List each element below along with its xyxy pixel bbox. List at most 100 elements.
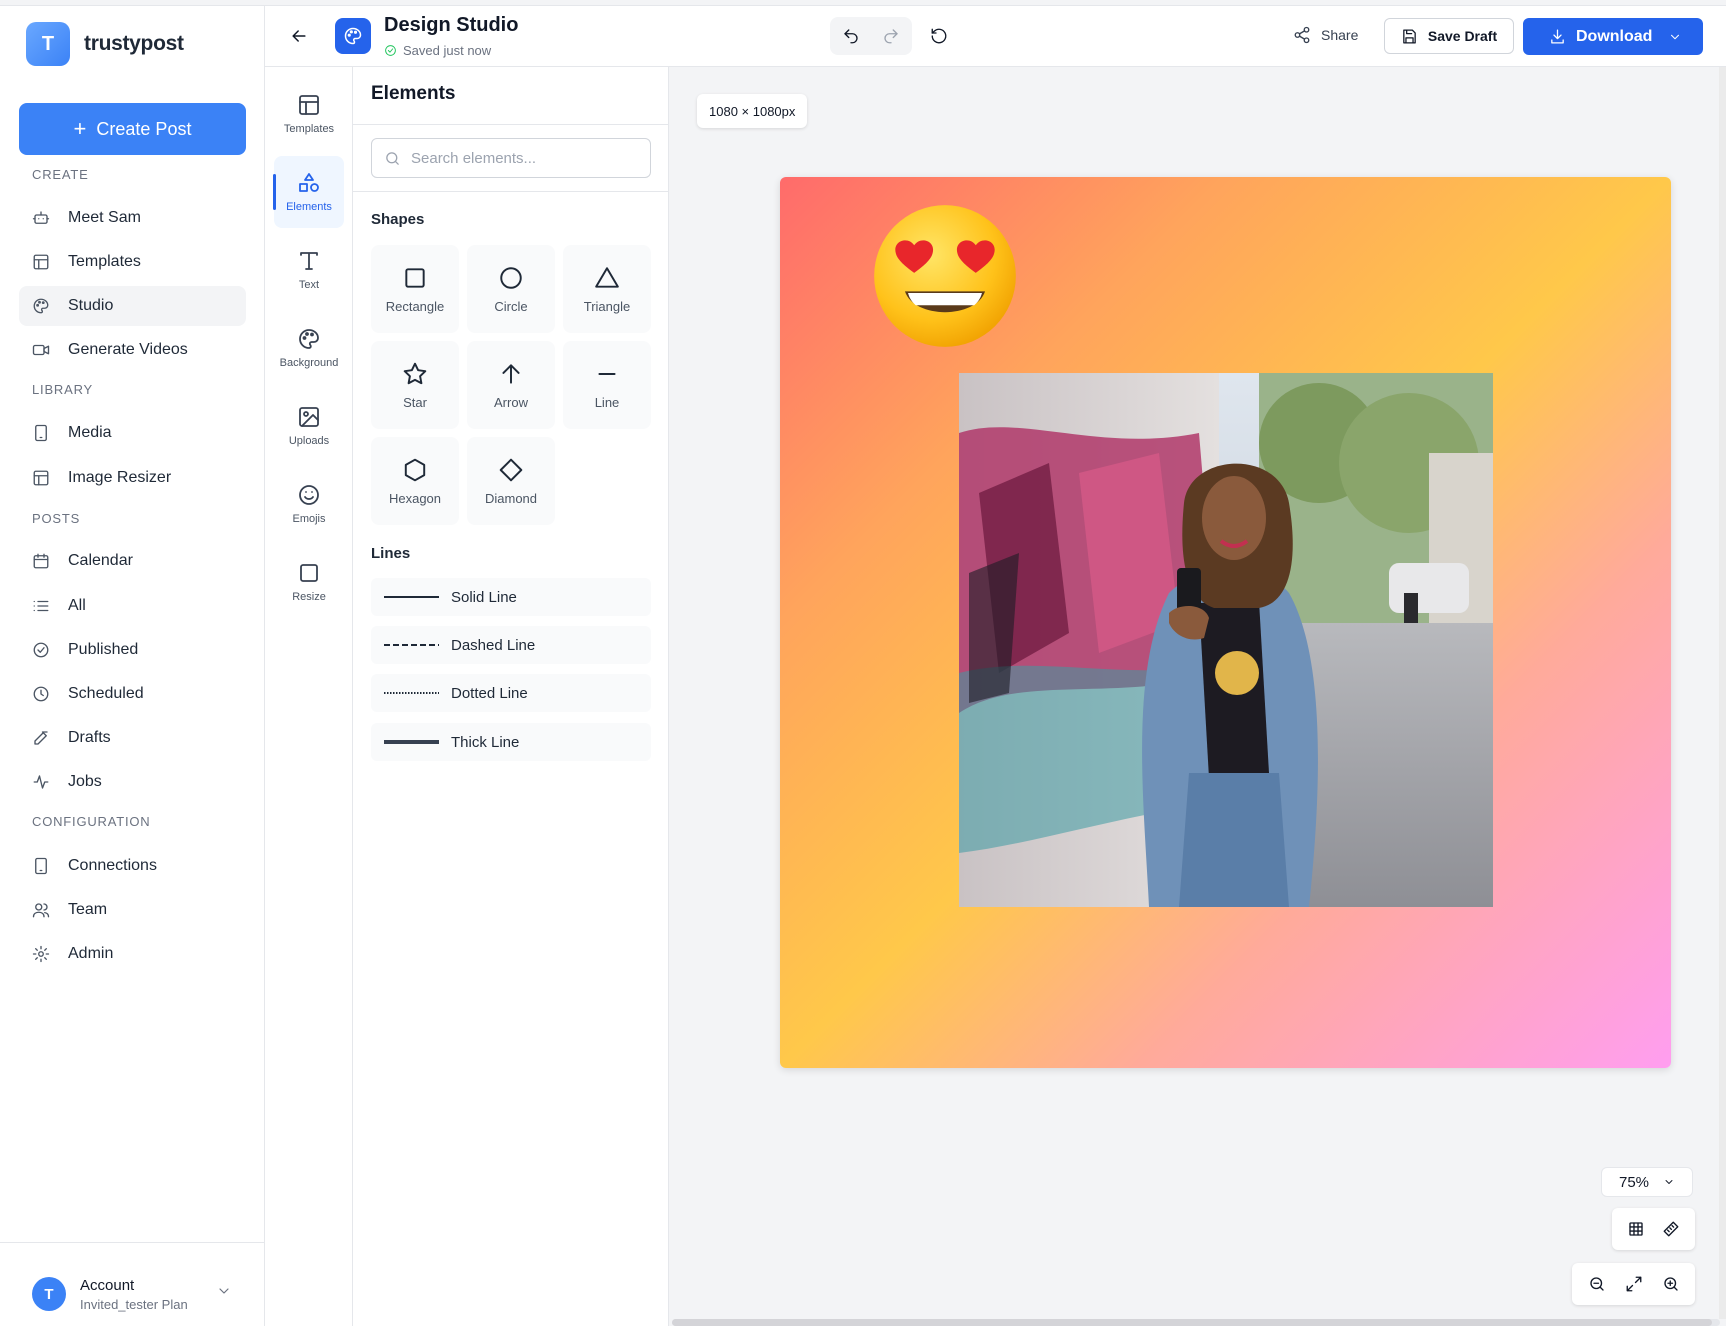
tool-background[interactable]: Background — [274, 312, 344, 384]
section-library: LIBRARY — [32, 382, 93, 397]
panel-title: Elements — [371, 83, 456, 104]
shape-rectangle[interactable]: Rectangle — [371, 245, 459, 333]
sidebar-item-label: Admin — [68, 945, 114, 962]
account-menu[interactable]: T Account Invited_tester Plan — [0, 1242, 265, 1326]
shape-hexagon[interactable]: Hexagon — [371, 437, 459, 525]
shape-star[interactable]: Star — [371, 341, 459, 429]
sidebar-item-image-resizer[interactable]: Image Resizer — [19, 458, 246, 498]
line-solid[interactable]: Solid Line — [371, 578, 651, 616]
street-portrait-photo[interactable] — [959, 373, 1493, 907]
heart-eyes-emoji-sticker[interactable] — [868, 199, 1022, 353]
lines-heading: Lines — [371, 545, 411, 562]
shape-circle[interactable]: Circle — [467, 245, 555, 333]
shape-label: Diamond — [484, 490, 538, 506]
tool-resize[interactable]: Resize — [274, 546, 344, 618]
minus-icon — [598, 372, 616, 375]
tool-templates[interactable]: Templates — [274, 78, 344, 150]
download-label: Download — [1576, 27, 1653, 45]
undo-icon[interactable] — [842, 27, 860, 45]
horizontal-scrollbar[interactable] — [672, 1319, 1720, 1326]
sidebar-item-scheduled[interactable]: Scheduled — [19, 674, 246, 714]
section-posts: POSTS — [32, 511, 81, 526]
sidebar-item-media[interactable]: Media — [19, 413, 246, 453]
gear-icon — [32, 945, 50, 963]
divider — [353, 191, 669, 192]
shape-triangle[interactable]: Triangle — [563, 245, 651, 333]
sidebar-item-published[interactable]: Published — [19, 630, 246, 670]
redo-icon[interactable] — [882, 27, 900, 45]
tool-emojis[interactable]: Emojis — [274, 468, 344, 540]
reset-icon[interactable] — [930, 27, 948, 45]
tool-elements[interactable]: Elements — [273, 156, 344, 228]
brand-name: trustypost — [84, 32, 184, 55]
search-input[interactable] — [411, 149, 641, 167]
sidebar-item-label: Published — [68, 641, 139, 658]
save-draft-button[interactable]: Save Draft — [1384, 18, 1514, 54]
circle-icon — [500, 266, 522, 289]
sidebar-item-label: Scheduled — [68, 685, 144, 702]
back-arrow-icon[interactable] — [289, 26, 309, 46]
shape-diamond[interactable]: Diamond — [467, 437, 555, 525]
canvas-area: 1080 × 1080px 75% — [669, 67, 1726, 1326]
vertical-scrollbar[interactable] — [1719, 67, 1726, 1319]
shape-label: Hexagon — [388, 490, 442, 506]
smile-icon — [299, 485, 319, 505]
sidebar-item-meet-sam[interactable]: Meet Sam — [19, 198, 246, 238]
tool-text[interactable]: Text — [274, 234, 344, 306]
download-icon — [1551, 29, 1564, 44]
tool-uploads[interactable]: Uploads — [274, 390, 344, 462]
shape-line[interactable]: Line — [563, 341, 651, 429]
dotted-line-preview — [384, 692, 439, 694]
sidebar-item-label: Media — [68, 424, 112, 441]
sidebar-item-label: Team — [68, 901, 108, 918]
activity-icon — [33, 775, 49, 789]
search-field[interactable] — [371, 138, 651, 178]
arrow-up-icon — [502, 363, 520, 384]
sidebar-item-studio[interactable]: Studio — [19, 286, 246, 326]
section-create: CREATE — [32, 167, 89, 182]
sidebar-item-jobs[interactable]: Jobs — [19, 762, 246, 802]
zoom-in-icon[interactable] — [1662, 1275, 1680, 1293]
brand-logo[interactable]: T trustypost — [26, 22, 184, 66]
account-name: Account — [80, 1277, 135, 1294]
line-thick[interactable]: Thick Line — [371, 723, 651, 761]
sidebar-item-admin[interactable]: Admin — [19, 934, 246, 974]
sidebar-item-generate-videos[interactable]: Generate Videos — [19, 330, 246, 370]
line-label: Dashed Line — [451, 636, 536, 654]
shape-label: Line — [594, 394, 620, 410]
sidebar-item-connections[interactable]: Connections — [19, 846, 246, 886]
tool-label: Background — [279, 357, 339, 369]
video-icon — [32, 344, 50, 356]
line-dotted[interactable]: Dotted Line — [371, 674, 651, 712]
save-status: Saved just now — [384, 43, 491, 58]
sidebar-item-label: Image Resizer — [68, 469, 172, 486]
sidebar-item-label: Generate Videos — [68, 341, 188, 358]
scrollbar-thumb[interactable] — [672, 1319, 1712, 1326]
sidebar-item-label: Calendar — [68, 552, 133, 569]
sidebar-item-team[interactable]: Team — [19, 890, 246, 930]
zoom-select[interactable]: 75% — [1601, 1167, 1693, 1197]
thick-line-preview — [384, 740, 439, 744]
zoom-out-icon[interactable] — [1588, 1275, 1606, 1293]
sidebar-item-drafts[interactable]: Drafts — [19, 718, 246, 758]
studio-app-icon — [335, 18, 371, 54]
bot-icon — [32, 211, 50, 224]
download-button[interactable]: Download — [1523, 18, 1703, 55]
shape-arrow[interactable]: Arrow — [467, 341, 555, 429]
share-button[interactable]: Share — [1293, 26, 1358, 44]
sidebar-item-all[interactable]: All — [19, 586, 246, 626]
grid-icon[interactable] — [1627, 1220, 1645, 1238]
tool-rail: Templates Elements Text Background Uploa… — [265, 67, 353, 1326]
line-dashed[interactable]: Dashed Line — [371, 626, 651, 664]
fit-screen-icon[interactable] — [1625, 1275, 1643, 1293]
shape-label: Star — [403, 394, 427, 410]
sidebar-item-label: Studio — [68, 297, 114, 314]
design-artboard[interactable] — [780, 177, 1671, 1068]
sidebar-item-templates[interactable]: Templates — [19, 242, 246, 282]
sidebar-item-calendar[interactable]: Calendar — [19, 541, 246, 581]
sidebar-item-label: Connections — [68, 857, 157, 874]
save-icon — [1403, 28, 1416, 44]
tool-label: Uploads — [288, 435, 330, 447]
create-post-button[interactable]: + Create Post — [19, 103, 246, 155]
ruler-icon[interactable] — [1662, 1220, 1680, 1238]
